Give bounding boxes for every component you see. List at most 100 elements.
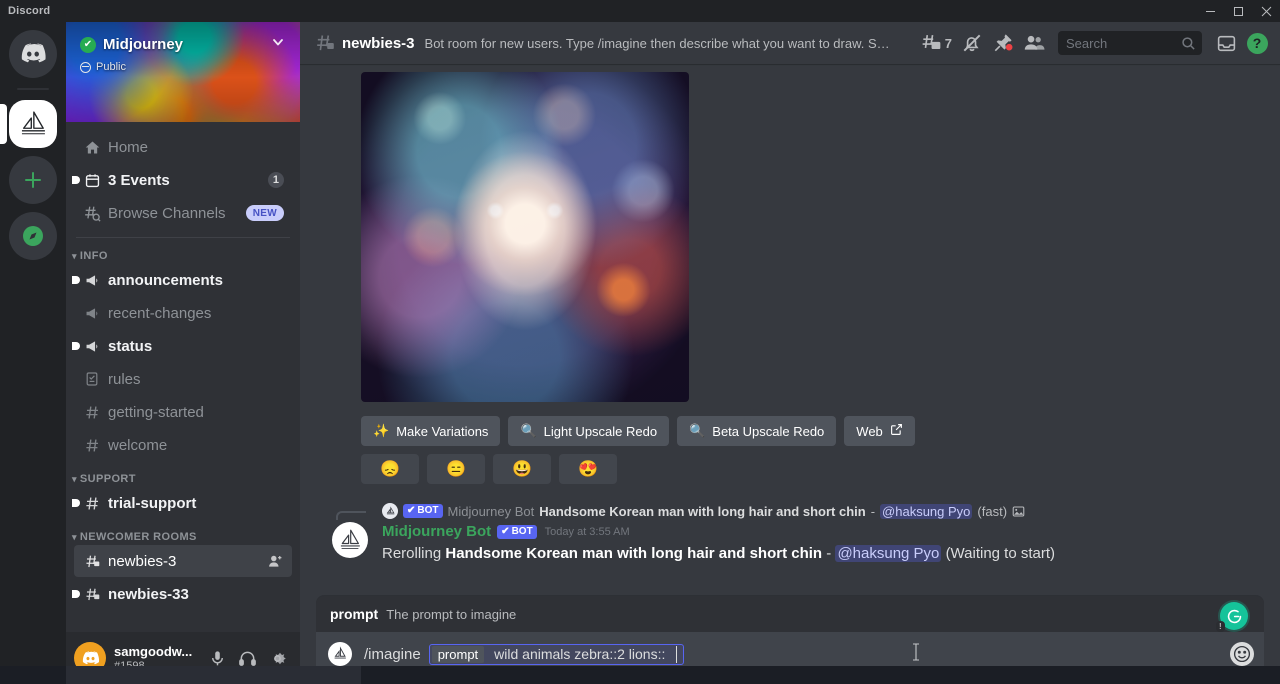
channel-newbies-3-label: newbies-3 <box>108 552 177 570</box>
make-variations-button[interactable]: ✨ Make Variations <box>361 416 501 446</box>
announcement-icon <box>82 270 102 290</box>
emoji-picker-icon[interactable] <box>1230 642 1254 666</box>
channel-announcements[interactable]: announcements <box>72 264 292 296</box>
app-title: Discord <box>8 5 51 17</box>
reaction-disappointed[interactable]: 😞 <box>361 454 419 484</box>
message-status: (Waiting to start) <box>945 545 1056 562</box>
option-key-label: prompt <box>431 645 485 663</box>
command-option-hint: prompt The prompt to imagine <box>316 596 1264 632</box>
guild-banner[interactable]: ✔ Midjourney Public <box>66 22 300 122</box>
channel-status[interactable]: status <box>72 330 292 362</box>
midjourney-sailboat-icon <box>21 111 45 135</box>
home-icon <box>82 137 102 157</box>
compass-icon <box>23 226 43 246</box>
channel-getting-started-label: getting-started <box>108 403 204 421</box>
pin-icon[interactable] <box>988 27 1018 59</box>
add-server-button[interactable] <box>9 156 57 204</box>
reply-context[interactable]: ✔ BOT Midjourney Bot Handsome Korean man… <box>316 502 1264 520</box>
window-controls <box>1196 0 1280 22</box>
discord-logo-icon <box>21 43 46 63</box>
channel-newbies-33[interactable]: newbies-33 <box>72 578 292 610</box>
server-rail <box>0 22 66 684</box>
magnifier-icon: 🔍 <box>689 423 706 438</box>
sidebar-item-home[interactable]: Home <box>74 131 292 163</box>
message-timestamp: Today at 3:55 AM <box>544 526 630 538</box>
channel-rules[interactable]: rules <box>74 363 292 395</box>
reply-connector <box>336 511 366 520</box>
channel-recent-changes[interactable]: recent-changes <box>74 297 292 329</box>
guild-header-row[interactable]: ✔ Midjourney <box>80 34 286 55</box>
command-option-pill[interactable]: prompt wild animals zebra::2 lions:: <box>428 643 685 665</box>
threads-icon[interactable]: 7 <box>916 27 956 59</box>
channel-getting-started[interactable]: getting-started <box>74 396 292 428</box>
channel-welcome[interactable]: welcome <box>74 429 292 461</box>
guild-midjourney-button[interactable] <box>0 100 57 148</box>
members-icon[interactable] <box>1019 27 1049 59</box>
slash-command-label: /imagine <box>364 645 421 663</box>
sidebar-item-events-label: 3 Events <box>108 171 170 189</box>
message[interactable]: Midjourney Bot ✔ BOT Today at 3:55 AM Re… <box>316 520 1264 570</box>
beta-upscale-redo-button[interactable]: 🔍 Beta Upscale Redo <box>677 416 837 446</box>
reply-author: Midjourney Bot <box>447 503 535 519</box>
grammarly-icon[interactable]: ! <box>1216 602 1248 632</box>
discord-home-button[interactable] <box>9 30 57 78</box>
help-icon[interactable]: ? <box>1242 27 1272 59</box>
unread-indicator <box>72 176 80 184</box>
announcement-icon <box>82 303 102 323</box>
text-cursor-icon <box>910 642 922 667</box>
reply-suffix: (fast) <box>977 503 1008 519</box>
maximize-icon[interactable] <box>1224 0 1252 22</box>
reaction-grinning[interactable]: 😃 <box>493 454 551 484</box>
make-variations-label: Make Variations <box>396 423 489 439</box>
category-caret-icon: ▾ <box>72 531 77 542</box>
channel-topic[interactable]: Bot room for new users. Type /imagine th… <box>425 36 916 51</box>
search-icon <box>1181 36 1196 51</box>
channel-newbies-3[interactable]: newbies-3 <box>74 545 292 577</box>
channel-trial-support[interactable]: trial-support <box>72 487 292 519</box>
minimize-icon[interactable] <box>1196 0 1224 22</box>
web-label: Web <box>856 423 883 439</box>
light-upscale-redo-button[interactable]: 🔍 Light Upscale Redo <box>508 416 670 446</box>
bell-muted-icon[interactable] <box>957 27 987 59</box>
command-option-key: prompt <box>330 606 379 622</box>
sidebar-item-events[interactable]: 3 Events 1 <box>72 164 292 196</box>
guild-name: Midjourney <box>103 36 184 53</box>
category-support[interactable]: ▾ SUPPORT <box>72 473 292 485</box>
channel-status-label: status <box>108 337 153 355</box>
image-attachment-icon <box>1012 505 1025 518</box>
search-placeholder: Search <box>1066 35 1108 51</box>
category-newcomer-rooms[interactable]: ▾ NEWCOMER ROOMS <box>72 531 292 543</box>
category-info[interactable]: ▾ INFO <box>72 250 292 262</box>
option-value-text: wild animals zebra::2 lions:: <box>494 646 666 662</box>
add-member-icon[interactable] <box>267 553 284 570</box>
category-support-label: SUPPORT <box>79 473 136 485</box>
search-input[interactable]: Search <box>1058 31 1202 55</box>
inbox-icon[interactable] <box>1211 27 1241 59</box>
sparkles-icon: ✨ <box>373 423 390 438</box>
avatar[interactable] <box>332 522 368 558</box>
grammarly-badge: ! <box>1216 621 1225 632</box>
reply-mention[interactable]: @haksung Pyo <box>880 503 973 519</box>
unread-indicator <box>72 590 80 598</box>
generated-image[interactable] <box>361 72 689 402</box>
web-button[interactable]: Web <box>844 416 915 446</box>
text-caret <box>676 645 678 663</box>
status-strip-segment <box>66 666 361 684</box>
browse-new-badge: NEW <box>245 205 284 221</box>
explore-servers-button[interactable] <box>9 212 57 260</box>
forum-icon <box>82 584 102 604</box>
midjourney-sailboat-icon <box>386 505 394 514</box>
sidebar-item-browse-channels[interactable]: Browse Channels NEW <box>74 197 292 229</box>
channel-welcome-label: welcome <box>108 436 168 454</box>
chevron-down-icon[interactable] <box>270 34 286 55</box>
heart-eyes-emoji: 😍 <box>578 461 598 478</box>
reaction-neutral[interactable]: 😑 <box>427 454 485 484</box>
message-mention[interactable]: @haksung Pyo <box>835 545 942 562</box>
message-list[interactable]: ✨ Make Variations 🔍 Light Upscale Redo 🔍… <box>300 64 1280 596</box>
message-author[interactable]: Midjourney Bot <box>382 522 491 542</box>
discord-logo-icon <box>82 650 99 664</box>
bot-check-icon: ✔ <box>501 526 510 537</box>
bot-badge: ✔ BOT <box>403 504 443 518</box>
close-icon[interactable] <box>1252 0 1280 22</box>
reaction-heart-eyes[interactable]: 😍 <box>559 454 617 484</box>
